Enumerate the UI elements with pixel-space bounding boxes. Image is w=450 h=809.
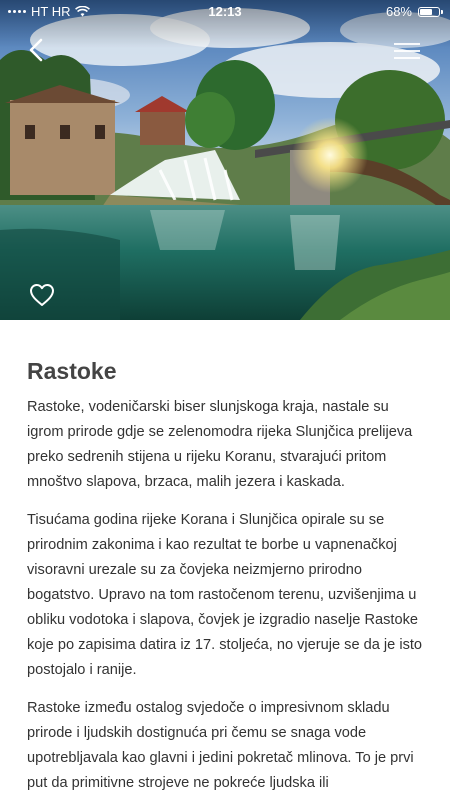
menu-button[interactable] [392, 40, 422, 62]
battery-percent: 68% [385, 4, 412, 19]
clock: 12:13 [208, 4, 242, 19]
article-paragraph: Tisućama godina rijeke Korana i Slunjčic… [27, 512, 423, 678]
chevron-left-icon [29, 38, 43, 62]
status-right: 68% [385, 4, 443, 19]
hero-image: HT HR 12:13 68% [0, 0, 450, 320]
hamburger-menu-icon [394, 43, 420, 59]
article-paragraph: Rastoke, vodeničarski biser slunjskoga k… [27, 399, 413, 490]
status-bar: HT HR 12:13 68% [0, 0, 450, 22]
favorite-button[interactable] [28, 282, 56, 308]
article-paragraph: Rastoke između ostalog svjedoče o impres… [27, 700, 414, 791]
rastoke-waterfall-photo [0, 0, 450, 320]
back-button[interactable] [22, 36, 50, 64]
page-title: Rastoke [27, 358, 117, 384]
article: Rastoke Rastoke, vodeničarski biser slun… [27, 340, 427, 809]
battery-icon [418, 6, 443, 17]
battery-level [420, 8, 432, 15]
heart-outline-icon [30, 284, 54, 306]
